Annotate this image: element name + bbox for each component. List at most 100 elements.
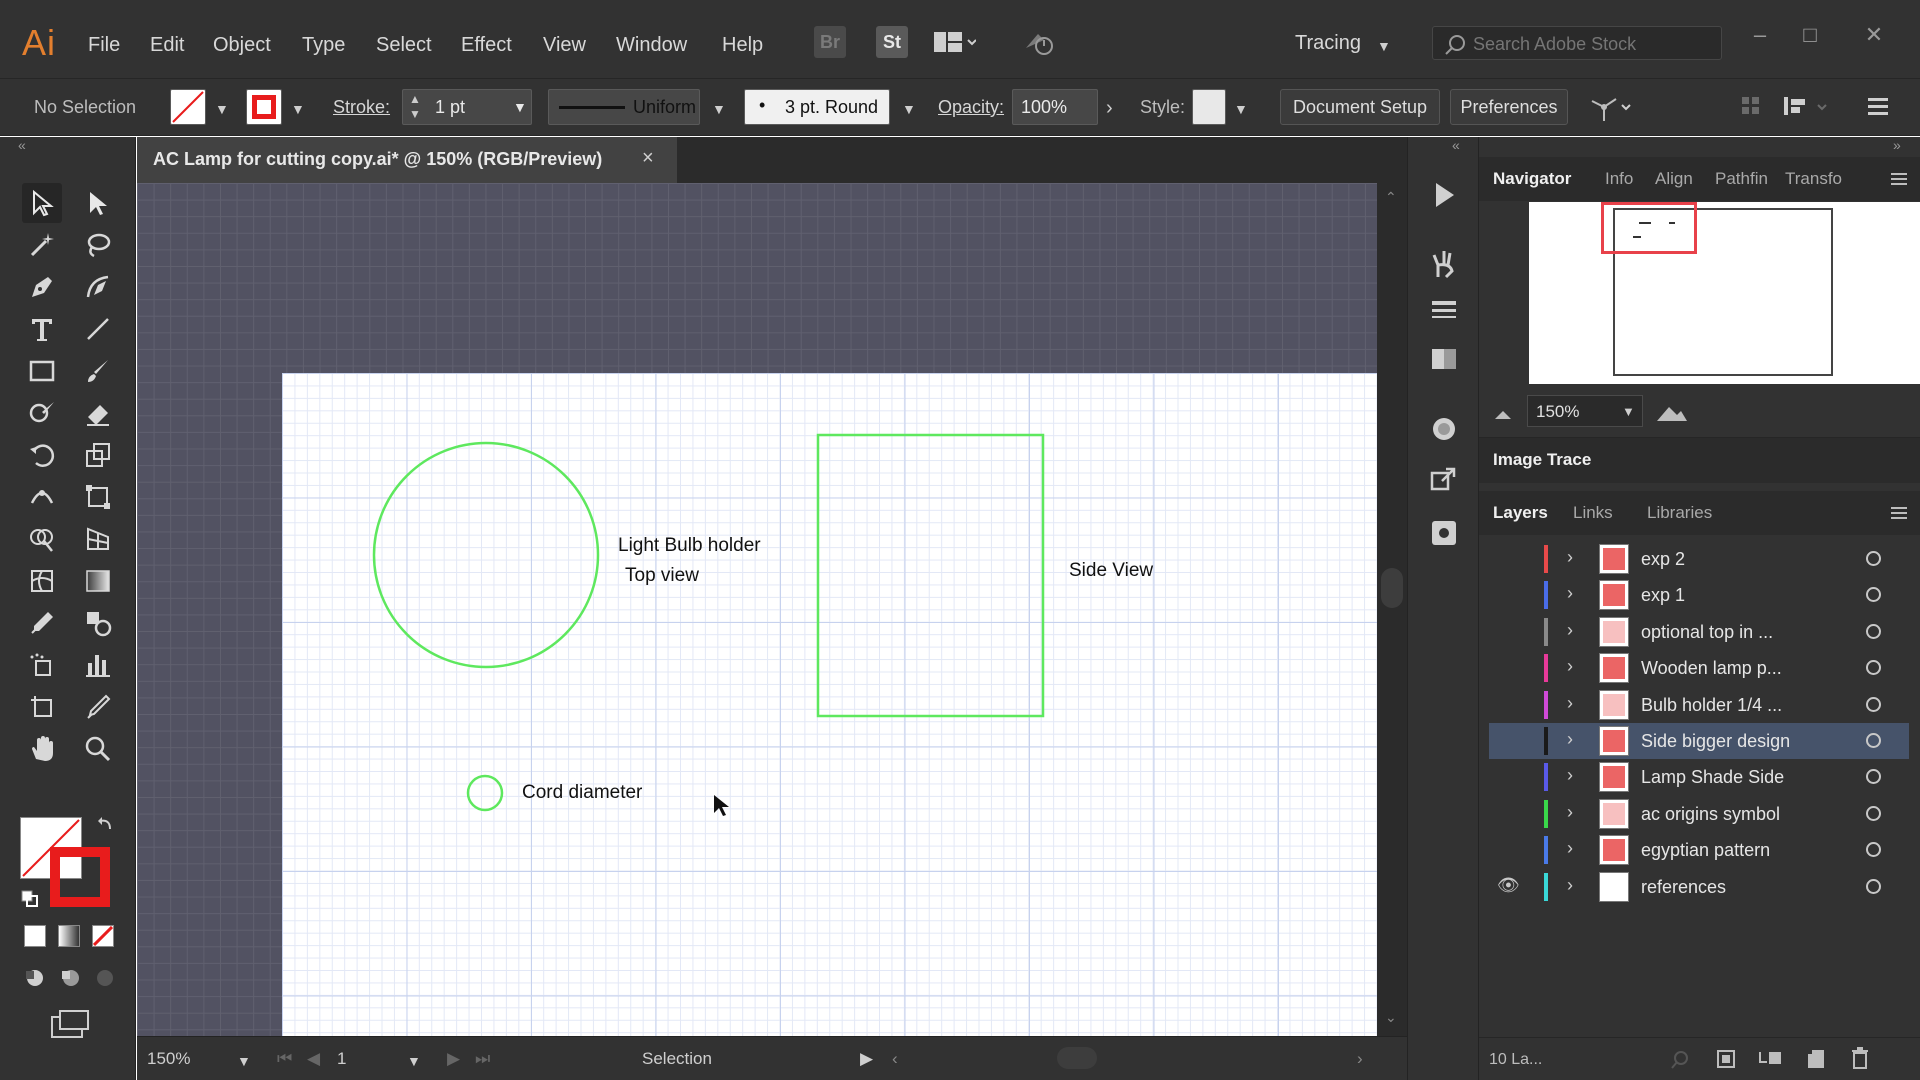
panel-menu-icon[interactable]: [1866, 95, 1890, 122]
horizontal-scroll-thumb[interactable]: [1057, 1047, 1097, 1069]
direct-selection-tool-icon[interactable]: [78, 183, 118, 223]
new-layer-icon[interactable]: [1805, 1048, 1827, 1070]
locate-object-icon[interactable]: [1669, 1048, 1691, 1070]
free-transform-tool-icon[interactable]: [78, 477, 118, 517]
stroke-chevron-icon[interactable]: ▼: [291, 101, 305, 117]
tab-image-trace[interactable]: Image Trace: [1493, 450, 1591, 470]
line-segment-tool-icon[interactable]: [78, 309, 118, 349]
tab-libraries[interactable]: Libraries: [1647, 503, 1712, 523]
layer-target-icon[interactable]: [1866, 733, 1881, 748]
zoom-level[interactable]: 150%: [147, 1049, 190, 1069]
maximize-button[interactable]: □: [1790, 20, 1830, 50]
artboard-number[interactable]: 1: [337, 1049, 346, 1069]
stock-search[interactable]: [1432, 26, 1722, 60]
tab-transform[interactable]: Transfo: [1785, 169, 1842, 189]
scale-tool-icon[interactable]: [78, 435, 118, 475]
zoom-tool-icon[interactable]: [78, 729, 118, 769]
artboard-chevron-icon[interactable]: ▼: [407, 1053, 421, 1069]
scroll-down-icon[interactable]: ⌄: [1385, 1009, 1397, 1026]
menu-type[interactable]: Type: [302, 34, 345, 57]
panel-menu-icon[interactable]: [1889, 171, 1909, 187]
gradient-tool-icon[interactable]: [78, 561, 118, 601]
layer-name[interactable]: Bulb holder 1/4 ...: [1641, 695, 1782, 716]
stroke-weight-field[interactable]: ▲ ▼ 1 pt ▼: [402, 89, 532, 125]
expand-layer-icon[interactable]: ›: [1567, 729, 1573, 750]
tab-info[interactable]: Info: [1605, 169, 1633, 189]
search-input[interactable]: [1473, 32, 1713, 56]
expand-layer-icon[interactable]: ›: [1567, 838, 1573, 859]
blend-tool-icon[interactable]: [78, 603, 118, 643]
zoom-chevron-icon[interactable]: ▼: [237, 1053, 251, 1069]
draw-normal-icon[interactable]: [22, 967, 48, 994]
stroke-panel-icon[interactable]: [1428, 295, 1460, 327]
layer-name[interactable]: exp 1: [1641, 585, 1685, 606]
close-tab-icon[interactable]: ×: [642, 147, 654, 170]
menu-object[interactable]: Object: [213, 34, 271, 57]
shape-builder-tool-icon[interactable]: [22, 519, 62, 559]
navigator-zoom-field[interactable]: 150% ▼: [1527, 395, 1643, 427]
chevron-down-icon[interactable]: ▼: [513, 99, 527, 115]
collapse-icons-icon[interactable]: «: [1452, 137, 1460, 153]
align-icon[interactable]: [1740, 95, 1762, 122]
expand-layer-icon[interactable]: ›: [1567, 583, 1573, 604]
layer-target-icon[interactable]: [1866, 805, 1881, 821]
swap-fill-stroke-icon[interactable]: [96, 815, 116, 840]
screen-mode-icon[interactable]: [50, 1009, 90, 1044]
menu-effect[interactable]: Effect: [461, 34, 512, 57]
menu-view[interactable]: View: [543, 34, 586, 57]
status-menu-icon[interactable]: ▶: [860, 1049, 873, 1069]
rotate-tool-icon[interactable]: [22, 435, 62, 475]
width-tool-icon[interactable]: [22, 477, 62, 517]
expand-layer-icon[interactable]: ›: [1567, 875, 1573, 896]
visibility-eye-icon[interactable]: 👁: [1497, 875, 1520, 896]
selection-tool-icon[interactable]: [22, 183, 62, 223]
tab-pathfinder[interactable]: Pathfin: [1715, 169, 1768, 189]
graphic-style-swatch[interactable]: [1192, 89, 1226, 125]
appearance-panel-icon[interactable]: [1428, 413, 1460, 445]
create-sublayer-icon[interactable]: [1757, 1048, 1783, 1070]
profile-chevron-icon[interactable]: ▼: [712, 101, 726, 117]
scroll-left-icon[interactable]: ‹: [892, 1049, 898, 1069]
artboard[interactable]: Light Bulb holder Top view Side View Cor…: [282, 373, 1377, 1036]
layer-target-icon[interactable]: [1866, 623, 1881, 639]
gpu-performance-icon[interactable]: [1020, 26, 1053, 58]
type-tool-icon[interactable]: [22, 309, 62, 349]
layer-name[interactable]: Lamp Shade Side: [1641, 767, 1784, 788]
layer-row[interactable]: › optional top in ...: [1489, 614, 1909, 650]
brush-chevron-icon[interactable]: ▼: [902, 101, 916, 117]
puppet-hand-icon[interactable]: [1428, 247, 1460, 279]
puppet-warp-icon[interactable]: [1588, 93, 1638, 128]
menu-file[interactable]: File: [88, 34, 120, 57]
next-artboard-icon[interactable]: ▶: [447, 1049, 460, 1069]
stepper-up-icon[interactable]: ▲: [409, 92, 421, 106]
layer-name[interactable]: optional top in ...: [1641, 622, 1773, 643]
paintbrush-tool-icon[interactable]: [78, 351, 118, 391]
first-artboard-icon[interactable]: ⏮: [277, 1049, 292, 1069]
layer-target-icon[interactable]: [1866, 769, 1881, 785]
symbol-sprayer-tool-icon[interactable]: [22, 645, 62, 685]
expand-layer-icon[interactable]: ›: [1567, 547, 1573, 568]
fill-swatch[interactable]: [170, 89, 206, 125]
expand-layer-icon[interactable]: ›: [1567, 802, 1573, 823]
collapse-panel-icon[interactable]: «: [18, 137, 26, 153]
color-mode-icon[interactable]: [24, 925, 46, 947]
pen-tool-icon[interactable]: [22, 267, 62, 307]
gradient-panel-icon[interactable]: [1428, 343, 1460, 375]
gradient-mode-icon[interactable]: [58, 925, 80, 947]
stroke-label[interactable]: Stroke:: [333, 97, 390, 118]
rectangle-tool-icon[interactable]: [22, 351, 62, 391]
layer-target-icon[interactable]: [1866, 551, 1881, 566]
variable-width-profile[interactable]: Uniform: [548, 89, 700, 125]
zoom-in-icon[interactable]: [1655, 401, 1689, 423]
tab-align[interactable]: Align: [1655, 169, 1693, 189]
canvas[interactable]: Light Bulb holder Top view Side View Cor…: [137, 183, 1377, 1036]
layer-row[interactable]: › exp 2: [1489, 541, 1909, 577]
default-fill-stroke-icon[interactable]: [20, 889, 40, 914]
vertical-scrollbar[interactable]: ⌃ ⌄: [1377, 183, 1407, 1036]
stroke-color-icon[interactable]: [50, 847, 110, 907]
scroll-right-icon[interactable]: ›: [1357, 1049, 1363, 1069]
eyedropper-tool-icon[interactable]: [22, 603, 62, 643]
none-mode-icon[interactable]: [92, 925, 114, 947]
layer-target-icon[interactable]: [1866, 842, 1881, 858]
chevron-right-icon[interactable]: ›: [1106, 97, 1113, 120]
